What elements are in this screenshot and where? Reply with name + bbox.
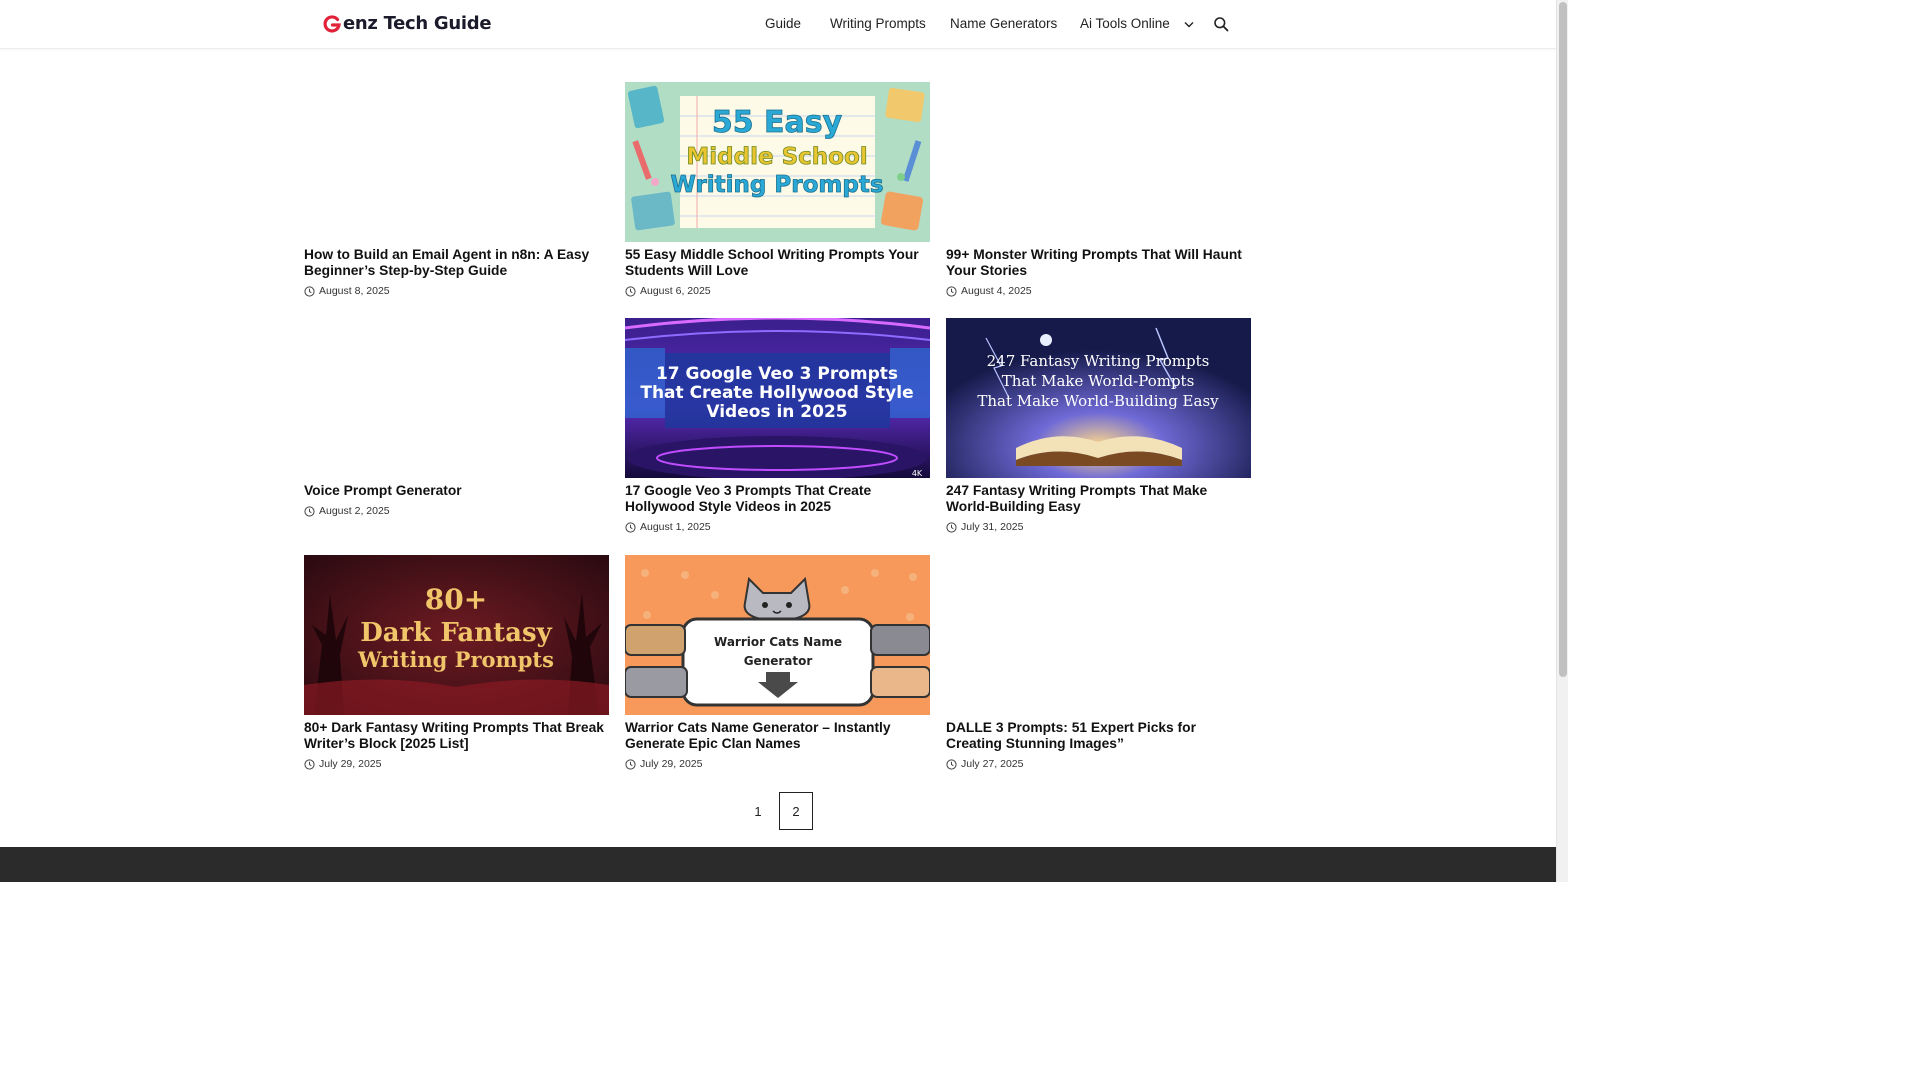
- thumb-text: That Create Hollywood Style: [640, 383, 913, 403]
- post-date: August 6, 2025: [625, 285, 711, 297]
- post-title[interactable]: 80+ Dark Fantasy Writing Prompts That Br…: [304, 720, 609, 751]
- post-date: July 27, 2025: [946, 758, 1023, 770]
- clock-icon: [304, 505, 315, 517]
- search-icon[interactable]: [1213, 16, 1229, 32]
- post-title[interactable]: How to Build an Email Agent in n8n: A Ea…: [304, 247, 609, 278]
- post-thumbnail[interactable]: 17 Google Veo 3 Prompts That Create Holl…: [625, 318, 930, 478]
- post-thumbnail[interactable]: 80+ Dark Fantasy Writing Prompts: [304, 555, 609, 715]
- post-date-text: July 29, 2025: [319, 758, 382, 770]
- clock-icon: [946, 285, 957, 297]
- clock-icon: [625, 758, 636, 770]
- post-card: 55 Easy Middle School Writing Prompts 55…: [625, 82, 930, 302]
- thumb-text: Dark Fantasy: [360, 618, 552, 648]
- post-card: 247 Fantasy Writing Prompts That Make Wo…: [946, 318, 1251, 538]
- site-footer: [0, 847, 1556, 882]
- post-date: July 29, 2025: [304, 758, 381, 770]
- post-title[interactable]: 17 Google Veo 3 Prompts That Create Holl…: [625, 483, 930, 514]
- site-header: enz Tech Guide Guide Writing Prompts Nam…: [0, 0, 1556, 49]
- post-date-text: July 29, 2025: [640, 758, 703, 770]
- post-date: August 2, 2025: [304, 505, 390, 517]
- post-card: 80+ Dark Fantasy Writing Prompts 80+ Dar…: [304, 555, 609, 775]
- thumb-text: 55 Easy: [712, 105, 843, 140]
- clock-icon: [625, 285, 636, 297]
- post-date-text: July 31, 2025: [961, 521, 1024, 533]
- clock-icon: [304, 285, 315, 297]
- post-card: Warrior Cats Name Generator Warrior Cats…: [625, 555, 930, 775]
- page-link-1[interactable]: 1: [741, 792, 775, 830]
- post-card: Voice Prompt Generator August 2, 2025: [304, 318, 609, 538]
- thumb-text: Writing Prompts: [670, 172, 883, 198]
- scrollbar-thumb[interactable]: [1559, 2, 1567, 677]
- post-title[interactable]: Warrior Cats Name Generator – Instantly …: [625, 720, 930, 751]
- chevron-down-icon: [1184, 21, 1194, 28]
- post-date-text: August 1, 2025: [640, 521, 711, 533]
- post-card: 17 Google Veo 3 Prompts That Create Holl…: [625, 318, 930, 538]
- logo-g-icon: [323, 14, 341, 32]
- post-card: DALLE 3 Prompts: 51 Expert Picks for Cre…: [946, 555, 1251, 775]
- post-card: How to Build an Email Agent in n8n: A Ea…: [304, 82, 609, 302]
- post-title[interactable]: 247 Fantasy Writing Prompts That Make Wo…: [946, 483, 1251, 514]
- thumb-badge: 4K: [912, 469, 923, 478]
- post-thumbnail[interactable]: 55 Easy Middle School Writing Prompts: [625, 82, 930, 242]
- site-logo-text: enz Tech Guide: [343, 13, 492, 34]
- post-card: 99+ Monster Writing Prompts That Will Ha…: [946, 82, 1251, 302]
- thumb-text: 247 Fantasy Writing Prompts: [987, 352, 1210, 370]
- post-thumbnail[interactable]: 247 Fantasy Writing Prompts That Make Wo…: [946, 318, 1251, 478]
- post-thumbnail[interactable]: Warrior Cats Name Generator: [625, 555, 930, 715]
- post-date: August 1, 2025: [625, 521, 711, 533]
- post-title[interactable]: 55 Easy Middle School Writing Prompts Yo…: [625, 247, 930, 278]
- vertical-scrollbar[interactable]: [1556, 0, 1568, 882]
- thumb-text: That Make World-Building Easy: [977, 392, 1219, 410]
- thumb-text: Generator: [744, 654, 813, 668]
- post-date-text: August 8, 2025: [319, 285, 390, 297]
- thumb-text: 17 Google Veo 3 Prompts: [656, 364, 898, 384]
- nav-item-name-generators[interactable]: Name Generators: [950, 16, 1057, 31]
- clock-icon: [946, 758, 957, 770]
- post-date: July 29, 2025: [625, 758, 702, 770]
- thumb-text: Warrior Cats Name: [714, 635, 842, 649]
- post-date-text: August 6, 2025: [640, 285, 711, 297]
- thumb-text: Videos in 2025: [706, 402, 847, 422]
- clock-icon: [625, 521, 636, 533]
- post-date: August 4, 2025: [946, 285, 1032, 297]
- post-title[interactable]: DALLE 3 Prompts: 51 Expert Picks for Cre…: [946, 720, 1251, 751]
- post-date: July 31, 2025: [946, 521, 1023, 533]
- post-title[interactable]: Voice Prompt Generator: [304, 483, 609, 499]
- post-date-text: August 2, 2025: [319, 505, 390, 517]
- site-logo[interactable]: enz Tech Guide: [322, 13, 492, 34]
- thumb-text: 80+: [425, 583, 487, 616]
- nav-item-writing-prompts[interactable]: Writing Prompts: [830, 16, 926, 31]
- thumb-text: That Make World-Pompts: [1002, 372, 1195, 390]
- nav-item-guide[interactable]: Guide: [765, 16, 801, 31]
- clock-icon: [946, 521, 957, 533]
- post-date-text: July 27, 2025: [961, 758, 1024, 770]
- page-current-2: 2: [779, 792, 813, 830]
- thumb-text: Writing Prompts: [357, 647, 554, 672]
- thumb-text: Middle School: [686, 144, 867, 170]
- post-date: August 8, 2025: [304, 285, 390, 297]
- clock-icon: [304, 758, 315, 770]
- nav-item-ai-tools-online-label: Ai Tools Online: [1080, 16, 1170, 31]
- post-date-text: August 4, 2025: [961, 285, 1032, 297]
- nav-item-ai-tools-online[interactable]: Ai Tools Online: [1080, 16, 1194, 31]
- post-title[interactable]: 99+ Monster Writing Prompts That Will Ha…: [946, 247, 1251, 278]
